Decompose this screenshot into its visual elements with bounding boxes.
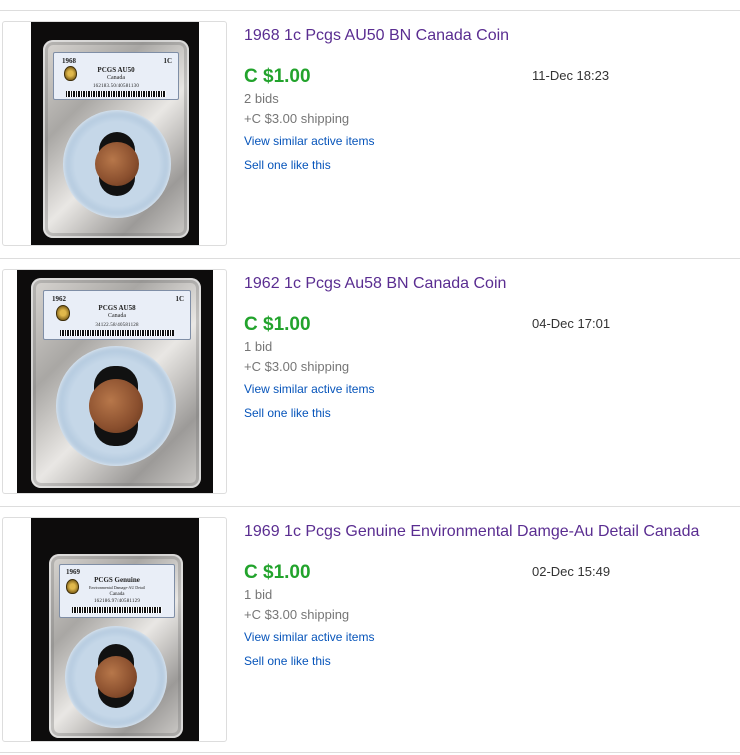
coin-image bbox=[95, 656, 137, 698]
item-shipping: +C $3.00 shipping bbox=[244, 607, 350, 622]
item-thumbnail[interactable]: 1962 1C PCGS AU58 Canada 34122.58/405811… bbox=[2, 269, 227, 494]
label-country: Canada bbox=[108, 313, 126, 319]
view-similar-link[interactable]: View similar active items bbox=[244, 630, 374, 644]
item-price: C $1.00 bbox=[244, 66, 311, 87]
item-bid-count: 1 bid bbox=[244, 587, 273, 602]
coin-image bbox=[89, 379, 143, 433]
label-grade: PCGS Genuine bbox=[94, 576, 140, 584]
coin-image bbox=[95, 142, 139, 186]
item-shipping: +C $3.00 shipping bbox=[244, 359, 350, 374]
label-year: 1968 bbox=[62, 57, 76, 65]
list-item: 1968 1C PCGS AU50 Canada 162183.50/40581… bbox=[0, 10, 740, 258]
coin-slab: 1969 PCGS Genuine Environmental Damage-A… bbox=[49, 554, 183, 738]
label-grade: PCGS AU50 bbox=[97, 66, 135, 74]
coin-well bbox=[56, 346, 176, 466]
item-thumbnail[interactable]: 1968 1C PCGS AU50 Canada 162183.50/40581… bbox=[2, 21, 227, 246]
item-title-link[interactable]: 1968 1c Pcgs AU50 BN Canada Coin bbox=[244, 27, 509, 45]
sell-one-like-this-link[interactable]: Sell one like this bbox=[244, 406, 331, 420]
label-denomination: 1C bbox=[163, 57, 172, 65]
item-end-time: 02-Dec 15:49 bbox=[532, 564, 611, 579]
item-title-link[interactable]: 1969 1c Pcgs Genuine Environmental Damge… bbox=[244, 523, 699, 541]
item-bid-count: 2 bids bbox=[244, 91, 279, 106]
slab-label: 1962 1C PCGS AU58 Canada 34122.58/405811… bbox=[43, 290, 191, 340]
label-cert-number: 162183.50/40581130 bbox=[92, 84, 140, 89]
label-country: Canada bbox=[107, 75, 125, 81]
barcode-icon bbox=[72, 607, 162, 613]
list-item: 1969 PCGS Genuine Environmental Damage-A… bbox=[0, 506, 740, 754]
label-cert-number: 162186.97/40581129 bbox=[93, 599, 141, 604]
label-year: 1969 bbox=[66, 568, 80, 576]
list-item: 1962 1C PCGS AU58 Canada 34122.58/405811… bbox=[0, 258, 740, 506]
item-price: C $1.00 bbox=[244, 314, 311, 335]
slab-label: 1969 PCGS Genuine Environmental Damage-A… bbox=[59, 564, 175, 618]
coin-photo: 1969 PCGS Genuine Environmental Damage-A… bbox=[31, 518, 199, 741]
barcode-icon bbox=[66, 91, 166, 97]
item-thumbnail[interactable]: 1969 PCGS Genuine Environmental Damage-A… bbox=[2, 517, 227, 742]
sell-one-like-this-link[interactable]: Sell one like this bbox=[244, 158, 331, 172]
coin-photo: 1968 1C PCGS AU50 Canada 162183.50/40581… bbox=[31, 22, 199, 245]
coin-photo: 1962 1C PCGS AU58 Canada 34122.58/405811… bbox=[17, 270, 213, 493]
item-title-link[interactable]: 1962 1c Pcgs Au58 BN Canada Coin bbox=[244, 275, 506, 293]
view-similar-link[interactable]: View similar active items bbox=[244, 134, 374, 148]
label-denomination: 1C bbox=[175, 295, 184, 303]
label-grade: PCGS AU58 bbox=[98, 304, 136, 312]
view-similar-link[interactable]: View similar active items bbox=[244, 382, 374, 396]
coin-well bbox=[63, 110, 171, 218]
item-end-time: 04-Dec 17:01 bbox=[532, 316, 611, 331]
item-price: C $1.00 bbox=[244, 562, 311, 583]
item-shipping: +C $3.00 shipping bbox=[244, 111, 350, 126]
label-country: Canada bbox=[109, 592, 125, 597]
list-divider bbox=[0, 752, 740, 753]
item-bid-count: 1 bid bbox=[244, 339, 273, 354]
item-end-time: 11-Dec 18:23 bbox=[532, 68, 610, 83]
label-year: 1962 bbox=[52, 295, 66, 303]
label-cert-number: 34122.58/40581128 bbox=[95, 323, 139, 328]
coin-well bbox=[65, 626, 167, 728]
label-note: Environmental Damage-AU Detail bbox=[89, 585, 145, 590]
slab-label: 1968 1C PCGS AU50 Canada 162183.50/40581… bbox=[53, 52, 179, 100]
coin-slab: 1962 1C PCGS AU58 Canada 34122.58/405811… bbox=[31, 278, 201, 488]
barcode-icon bbox=[60, 330, 174, 336]
coin-slab: 1968 1C PCGS AU50 Canada 162183.50/40581… bbox=[43, 40, 189, 238]
sell-one-like-this-link[interactable]: Sell one like this bbox=[244, 654, 331, 668]
